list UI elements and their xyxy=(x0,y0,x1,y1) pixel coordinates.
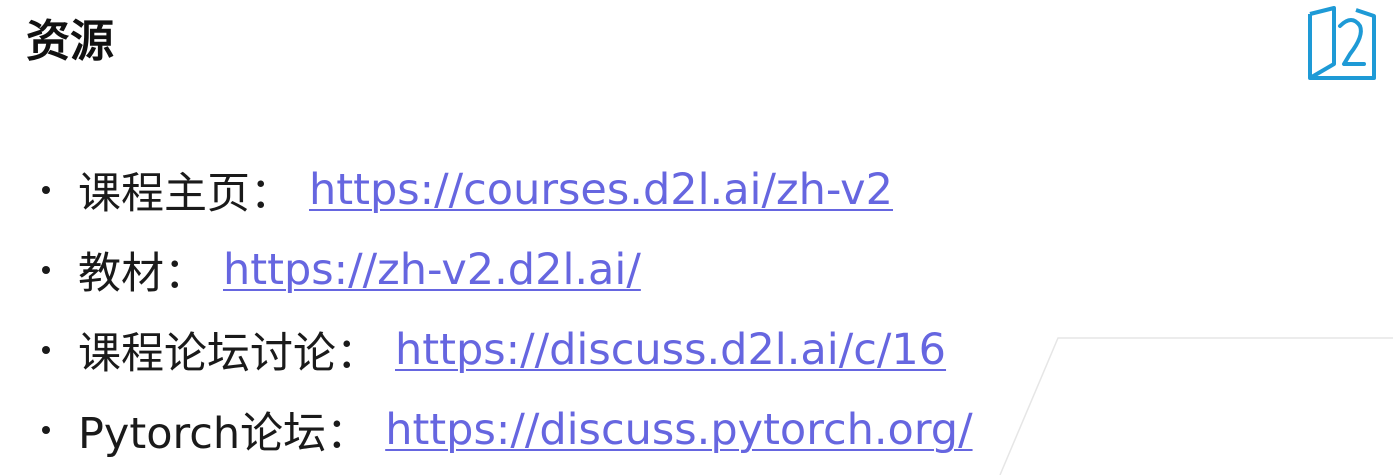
list-item: 课程主页： https://courses.d2l.ai/zh-v2 xyxy=(42,150,973,230)
bullet-dot-icon xyxy=(42,346,50,354)
pytorch-forum-label: Pytorch论坛： xyxy=(78,409,370,459)
bullet-dot-icon xyxy=(42,426,50,434)
resource-list: 课程主页： https://courses.d2l.ai/zh-v2 教材： h… xyxy=(42,150,973,470)
course-homepage-link[interactable]: https://courses.d2l.ai/zh-v2 xyxy=(309,165,893,215)
list-item: 课程论坛讨论： https://discuss.d2l.ai/c/16 xyxy=(42,310,973,390)
bullet-dot-icon xyxy=(42,266,50,274)
list-item: Pytorch论坛： https://discuss.pytorch.org/ xyxy=(42,390,973,470)
course-homepage-label: 课程主页： xyxy=(78,169,293,219)
textbook-label: 教材： xyxy=(78,249,207,299)
bullet-dot-icon xyxy=(42,186,50,194)
pytorch-forum-link[interactable]: https://discuss.pytorch.org/ xyxy=(385,405,972,455)
course-forum-label: 课程论坛讨论： xyxy=(78,329,379,379)
slide-title: 资源 xyxy=(26,16,114,67)
textbook-link[interactable]: https://zh-v2.d2l.ai/ xyxy=(223,245,641,295)
list-item: 教材： https://zh-v2.d2l.ai/ xyxy=(42,230,973,310)
course-forum-link[interactable]: https://discuss.d2l.ai/c/16 xyxy=(395,325,946,375)
d2l-book-logo-icon xyxy=(1308,6,1376,80)
